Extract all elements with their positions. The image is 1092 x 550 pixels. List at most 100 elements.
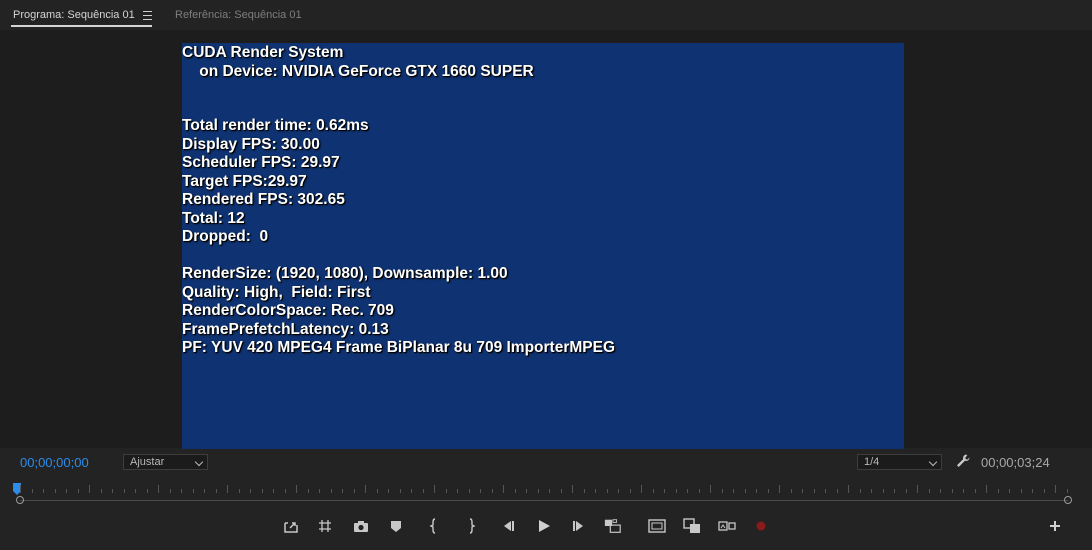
ruler-tick xyxy=(411,489,412,493)
tab-program-monitor[interactable]: Programa: Sequência 01 xyxy=(13,9,135,21)
ruler-tick xyxy=(756,489,757,493)
ruler-tick xyxy=(480,489,481,493)
ruler-tick xyxy=(388,489,389,493)
panel-menu-icon[interactable] xyxy=(143,11,152,20)
ruler-tick xyxy=(952,489,953,493)
overlay-line: Scheduler FPS: 29.97 xyxy=(182,154,340,171)
overlay-line: Target FPS:29.97 xyxy=(182,173,307,190)
time-ruler[interactable] xyxy=(0,480,1092,508)
ruler-tick xyxy=(572,485,573,493)
tab-reference-monitor[interactable]: Referência: Sequência 01 xyxy=(175,9,302,21)
overlay-line: PF: YUV 420 MPEG4 Frame BiPlanar 8u 709 … xyxy=(182,339,616,356)
ruler-tick xyxy=(1067,489,1068,493)
multicam-icon[interactable] xyxy=(604,517,622,535)
ruler-tick xyxy=(929,489,930,493)
ruler-tick xyxy=(687,489,688,493)
overlay-line: Quality: High, Field: First xyxy=(182,284,371,301)
ruler-tick xyxy=(894,489,895,493)
ruler-tick xyxy=(676,489,677,493)
ruler-tick xyxy=(503,485,504,493)
ruler-tick xyxy=(193,489,194,493)
ruler-tick xyxy=(1021,489,1022,493)
ruler-tick xyxy=(837,489,838,493)
ruler-tick xyxy=(1044,489,1045,493)
ruler-tick xyxy=(204,489,205,493)
duration-timecode: 00;00;03;24 xyxy=(981,455,1050,470)
ruler-tick xyxy=(492,489,493,493)
ruler-tick xyxy=(55,489,56,493)
ruler-tick xyxy=(986,485,987,493)
ruler-tick xyxy=(779,485,780,493)
ruler-tick xyxy=(802,489,803,493)
export-frame-icon[interactable] xyxy=(352,517,370,535)
ruler-tick xyxy=(331,489,332,493)
ruler-tick xyxy=(653,489,654,493)
ruler-tick xyxy=(825,489,826,493)
ruler-tick xyxy=(469,489,470,493)
ruler-tick xyxy=(526,489,527,493)
ruler-tick xyxy=(618,489,619,493)
overlay-line: FramePrefetchLatency: 0.13 xyxy=(182,321,389,338)
ruler-tick xyxy=(296,485,297,493)
playback-resolution-select[interactable]: 1/4 xyxy=(857,454,942,470)
video-frame[interactable]: CUDA Render System on Device: NVIDIA GeF… xyxy=(182,43,904,449)
ruler-tick xyxy=(1055,485,1056,493)
overlay-line: Total: 12 xyxy=(182,210,245,227)
vr-video-icon[interactable] xyxy=(718,517,736,535)
overlay-line: CUDA Render System xyxy=(182,44,344,61)
current-timecode[interactable]: 00;00;00;00 xyxy=(20,455,89,470)
ruler-tick xyxy=(216,489,217,493)
chevron-down-icon xyxy=(928,457,938,467)
ruler-tick xyxy=(848,485,849,493)
ruler-tick xyxy=(699,489,700,493)
ruler-tick xyxy=(434,485,435,493)
overlay-line: RenderSize: (1920, 1080), Downsample: 1.… xyxy=(182,265,508,282)
playback-resolution-value: 1/4 xyxy=(864,456,880,468)
safe-margins-icon[interactable] xyxy=(648,517,666,535)
zoom-level-select[interactable]: Ajustar xyxy=(123,454,208,470)
overlay-line: Display FPS: 30.00 xyxy=(182,136,320,153)
ruler-tick xyxy=(963,489,964,493)
mark-out-icon[interactable] xyxy=(463,517,481,535)
step-back-icon[interactable] xyxy=(499,517,517,535)
ruler-tick xyxy=(584,489,585,493)
ruler-tick xyxy=(423,489,424,493)
out-point-handle[interactable] xyxy=(1064,496,1072,504)
ruler-tick xyxy=(354,489,355,493)
insert-marker-icon[interactable] xyxy=(282,517,300,535)
mark-icon[interactable] xyxy=(387,517,405,535)
ruler-tick xyxy=(112,489,113,493)
ruler-tick xyxy=(871,489,872,493)
compare-view-icon[interactable] xyxy=(683,517,701,535)
overlay-line: Rendered FPS: 302.65 xyxy=(182,191,345,208)
ruler-tick xyxy=(273,489,274,493)
ruler-tick xyxy=(170,489,171,493)
ruler-tick xyxy=(262,489,263,493)
mark-in-icon[interactable] xyxy=(424,517,442,535)
monitor-controls-row: 00;00;00;00 Ajustar 1/4 00;00;03;24 xyxy=(0,448,1092,476)
ruler-tick xyxy=(124,489,125,493)
add-button-icon[interactable] xyxy=(1046,517,1064,535)
overlay-line: Total render time: 0.62ms xyxy=(182,117,369,134)
ruler-tick xyxy=(917,485,918,493)
ruler-tick xyxy=(860,489,861,493)
zoom-level-value: Ajustar xyxy=(130,456,165,468)
ruler-tick xyxy=(1032,489,1033,493)
chevron-down-icon xyxy=(194,457,204,467)
settings-wrench-icon[interactable] xyxy=(955,453,971,469)
ruler-tick xyxy=(883,489,884,493)
ruler-tick xyxy=(906,489,907,493)
add-edit-icon[interactable] xyxy=(316,517,334,535)
record-icon[interactable] xyxy=(752,517,770,535)
ruler-tick xyxy=(630,489,631,493)
ruler-tick xyxy=(664,489,665,493)
ruler-tick xyxy=(365,485,366,493)
ruler-tick xyxy=(319,489,320,493)
overlay-line: Dropped: 0 xyxy=(182,228,269,245)
ruler-tick xyxy=(710,485,711,493)
overlay-line: RenderColorSpace: Rec. 709 xyxy=(182,302,394,319)
in-point-handle[interactable] xyxy=(16,496,24,504)
play-icon[interactable] xyxy=(535,517,553,535)
render-stats-overlay: CUDA Render System on Device: NVIDIA GeF… xyxy=(182,43,615,356)
step-forward-icon[interactable] xyxy=(570,517,588,535)
